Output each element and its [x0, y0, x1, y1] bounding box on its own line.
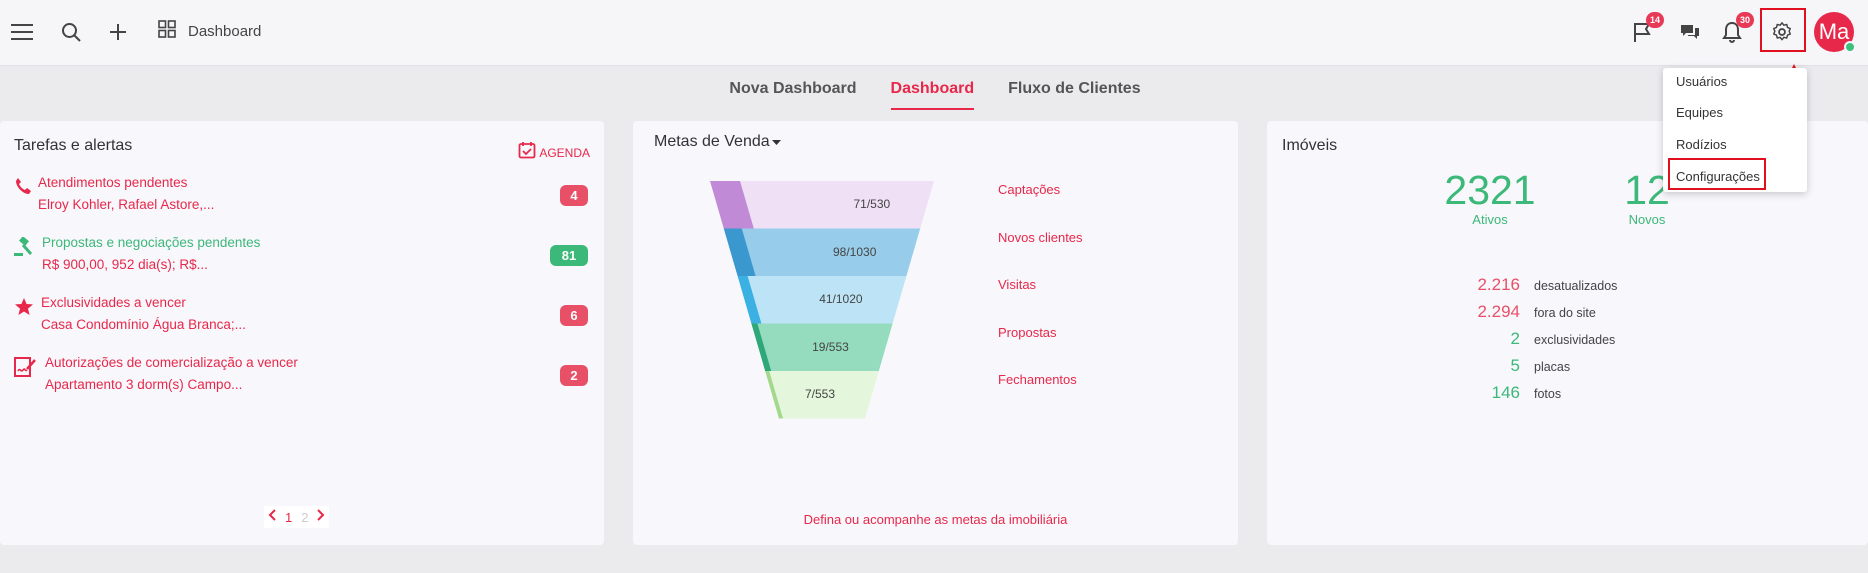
funnel-stage-label[interactable]: Visitas [998, 277, 1036, 292]
properties-card-title: Imóveis [1282, 137, 1338, 154]
property-stat-label: desatualizados [1534, 279, 1618, 293]
property-stat-value: 2.294 [1477, 302, 1520, 321]
property-stat-value: 5 [1510, 356, 1520, 375]
funnel-stage-value: 41/1020 [819, 292, 863, 306]
property-stat-label: fotos [1534, 387, 1562, 401]
active-count: 2321 [1444, 167, 1536, 213]
property-stat-row[interactable]: 2.216 desatualizados [1368, 275, 1617, 295]
property-stat-row[interactable]: 146 fotos [1368, 383, 1561, 403]
funnel-stage-label[interactable]: Captações [998, 182, 1060, 197]
menu-item-equipes[interactable]: Equipes [1676, 105, 1723, 120]
active-label: Ativos [1472, 212, 1508, 227]
property-stat-label: placas [1534, 360, 1571, 374]
funnel-stage-label[interactable]: Fechamentos [998, 372, 1077, 387]
funnel-stage-value: 71/530 [853, 197, 891, 211]
property-stat-value: 2.216 [1477, 275, 1520, 294]
funnel-stage-value: 19/553 [812, 339, 849, 354]
property-stat-row[interactable]: 2 exclusividades [1368, 329, 1616, 349]
property-stat-label: exclusividades [1534, 333, 1616, 347]
property-stat-value: 2 [1510, 329, 1520, 348]
active-properties-stat[interactable]: 2321 Ativos [1430, 168, 1550, 227]
configuracoes-highlight-box [1668, 158, 1766, 190]
funnel-stage-value: 7/553 [804, 387, 835, 401]
funnel-stage-label[interactable]: Propostas [998, 325, 1057, 340]
property-stat-value: 146 [1491, 383, 1520, 402]
property-stat-label: fora do site [1534, 306, 1596, 320]
property-stat-row[interactable]: 2.294 fora do site [1368, 302, 1596, 322]
new-label: Novos [1628, 212, 1666, 227]
menu-item-usuarios[interactable]: Usuários [1676, 74, 1727, 89]
funnel-stage-label[interactable]: Novos clientes [998, 230, 1083, 245]
menu-item-rodizios[interactable]: Rodízios [1676, 137, 1727, 152]
funnel-stage-value: 98/1030 [833, 244, 877, 259]
property-stat-row[interactable]: 5 placas [1368, 356, 1571, 376]
